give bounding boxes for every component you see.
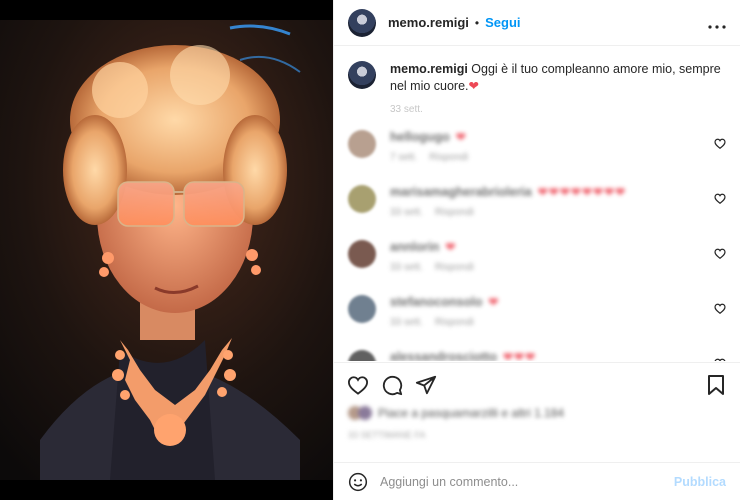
comment-hearts: ❤❤❤	[502, 350, 537, 361]
comment-meta: 33 sett. Rispondi	[390, 317, 499, 328]
commenter-avatar[interactable]	[348, 185, 376, 213]
comment-body: marisamagherabrioleria ❤❤❤❤❤❤❤❤ 33 sett. Ri…	[390, 185, 626, 218]
comment-like-heart-icon[interactable]	[714, 248, 726, 262]
comment-meta: 33 sett. Rispondi	[390, 207, 626, 218]
post-photo	[0, 20, 333, 480]
reply-button[interactable]: Rispondi	[435, 262, 474, 273]
follow-button[interactable]: Segui	[485, 15, 520, 30]
comment-like-heart-icon[interactable]	[714, 303, 726, 317]
comment-like-heart-icon[interactable]	[714, 193, 726, 207]
publish-button[interactable]: Pubblica	[674, 475, 726, 489]
comment-bubble-icon[interactable]	[380, 373, 404, 397]
reply-button[interactable]: Rispondi	[429, 152, 468, 163]
comment-time: 33 sett.	[390, 317, 423, 328]
commenter-avatar[interactable]	[348, 240, 376, 268]
comment-hearts: ❤❤❤❤❤❤❤❤	[537, 185, 627, 199]
commenter-avatar[interactable]	[348, 295, 376, 323]
reply-button[interactable]: Rispondi	[435, 317, 474, 328]
comments-section[interactable]: memo.remigi Oggi è il tuo compleanno amo…	[334, 47, 740, 361]
comment-time: 33 sett.	[390, 262, 423, 273]
commenter-avatar[interactable]	[348, 130, 376, 158]
post-date: 33 SETTIMANE FA	[348, 430, 426, 440]
author-avatar[interactable]	[348, 8, 376, 37]
comment-line: stefanoconsolo ❤	[390, 295, 499, 309]
caption-heart: ❤	[468, 79, 479, 93]
comment-hearts: ❤	[455, 130, 467, 144]
comment-input[interactable]	[380, 474, 674, 489]
add-comment-bar: Pubblica	[334, 462, 740, 500]
post-header: memo.remigi • Segui	[334, 0, 740, 46]
comment-body: stefanoconsolo ❤ 33 sett. Rispondi	[390, 295, 499, 328]
comment-meta: 33 sett. Rispondi	[390, 262, 474, 273]
likes-summary: Piace a pasquamarzilli e altri 1.184 33 …	[348, 406, 726, 454]
comment-hearts: ❤	[488, 295, 500, 309]
action-bar	[334, 362, 740, 406]
comment-row: alessandrosciotto❤❤❤33 sett.Rispondi	[348, 350, 726, 361]
comment-line: alessandrosciotto ❤❤❤	[390, 350, 536, 361]
comment-row: marisamagherabrioleria ❤❤❤❤❤❤❤❤ 33 sett. Ri…	[348, 185, 726, 240]
post-caption: memo.remigi Oggi è il tuo compleanno amo…	[348, 61, 726, 118]
more-options-icon[interactable]	[708, 14, 726, 32]
commenter-username[interactable]: hellogugo	[390, 130, 450, 144]
save-bookmark-icon[interactable]	[704, 373, 728, 397]
post-sidebar: memo.remigi • Segui memo.remigi Oggi è i…	[333, 0, 740, 500]
comment-line: hellogugo ❤	[390, 130, 468, 144]
comment-body: annlorin ❤ 33 sett. Rispondi	[390, 240, 474, 273]
share-send-icon[interactable]	[414, 373, 438, 397]
author-username[interactable]: memo.remigi	[388, 15, 469, 30]
caption-time: 33 sett.	[390, 104, 423, 115]
comment-body: hellogugo ❤ 7 sett. Rispondi	[390, 130, 468, 163]
commenter-username[interactable]: annlorin	[390, 240, 439, 254]
likes-count-text[interactable]: Piace a pasquamarzilli e altri 1.184	[378, 406, 564, 420]
caption-avatar[interactable]	[348, 61, 376, 89]
comment-line: marisamagherabrioleria ❤❤❤❤❤❤❤❤	[390, 185, 626, 199]
commenter-username[interactable]: stefanoconsolo	[390, 295, 482, 309]
post-image-pane	[0, 0, 333, 500]
reply-button[interactable]: Rispondi	[435, 207, 474, 218]
comment-time: 33 sett.	[390, 207, 423, 218]
comment-hearts: ❤	[445, 240, 457, 254]
comment-row: hellogugo ❤ 7 sett. Rispondi	[348, 130, 726, 185]
comment-like-heart-icon[interactable]	[714, 138, 726, 152]
like-heart-icon[interactable]	[346, 373, 370, 397]
comment-time: 7 sett.	[390, 152, 418, 163]
comment-line: annlorin ❤	[390, 240, 474, 254]
commenter-avatar[interactable]	[348, 350, 376, 361]
comment-list: hellogugo ❤ 7 sett. Rispondi marisamagherabr…	[348, 130, 726, 361]
comment-body: alessandrosciotto❤❤❤33 sett.Rispondi	[390, 350, 536, 361]
liker-avatar	[358, 406, 372, 420]
caption-username[interactable]: memo.remigi	[390, 62, 468, 76]
separator-dot: •	[474, 15, 480, 30]
comment-meta: 7 sett. Rispondi	[390, 152, 468, 163]
comment-row: annlorin ❤ 33 sett. Rispondi	[348, 240, 726, 295]
commenter-username[interactable]: marisamagherabrioleria	[390, 185, 532, 199]
comment-like-heart-icon[interactable]	[714, 358, 726, 361]
emoji-icon[interactable]	[348, 472, 368, 492]
commenter-username[interactable]: alessandrosciotto	[390, 350, 497, 361]
comment-row: stefanoconsolo ❤ 33 sett. Rispondi	[348, 295, 726, 350]
